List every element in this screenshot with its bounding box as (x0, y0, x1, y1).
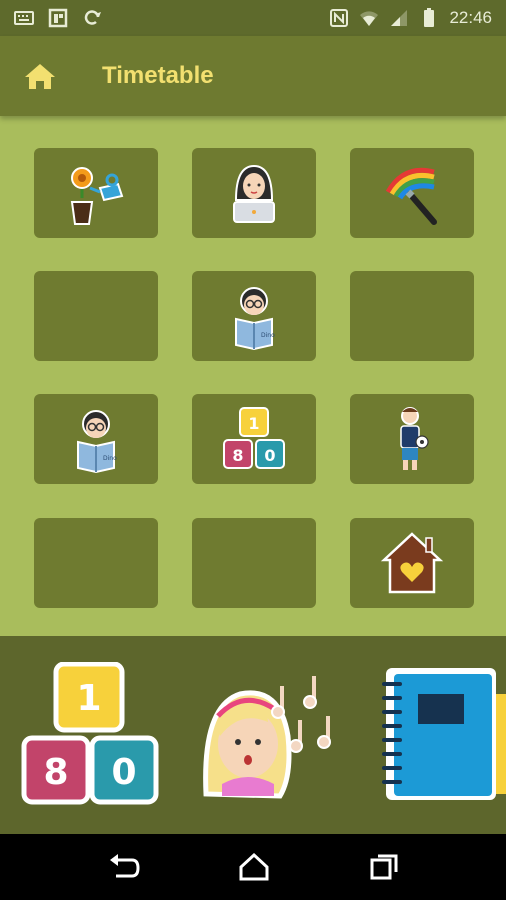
timetable-slot-1[interactable] (34, 148, 158, 238)
status-time: 22:46 (449, 8, 492, 27)
timetable-slot-3[interactable] (350, 148, 474, 238)
timetable-slot-8[interactable]: 1 8 0 (192, 394, 316, 484)
page-title: Timetable (102, 62, 214, 89)
timetable-slot-10[interactable] (34, 518, 158, 608)
house-heart-icon (380, 532, 444, 594)
timetable-slot-6[interactable] (350, 271, 474, 361)
boy-reading-icon: Dino (235, 287, 275, 351)
book-title: Dino (261, 332, 275, 339)
notebook-icon[interactable] (378, 664, 506, 804)
timetable-grid: Dino Dino 1 8 0 (34, 148, 474, 608)
sync-icon (84, 10, 101, 25)
watering-flower-icon (70, 167, 124, 225)
timetable-slot-5[interactable]: Dino (192, 271, 316, 361)
home-icon[interactable] (24, 62, 56, 90)
recents-icon[interactable] (368, 852, 400, 882)
app-bar: Timetable (0, 36, 506, 116)
timetable-slot-7[interactable]: Dino (34, 394, 158, 484)
rainbow-brush-icon (385, 167, 437, 225)
tray-block-digit-left: 8 (43, 752, 68, 793)
timetable-slot-4[interactable] (34, 271, 158, 361)
wifi-icon (360, 11, 379, 26)
timetable-slot-11[interactable] (192, 518, 316, 608)
book-title: Dino (103, 455, 117, 462)
nfc-icon (330, 9, 349, 27)
activity-tray: 1 8 0 (0, 636, 506, 834)
boy-football-icon (400, 407, 429, 470)
block-digit-left: 8 (232, 446, 243, 465)
system-nav-bar (0, 834, 506, 900)
boy-reading-icon: Dino (77, 410, 117, 474)
number-blocks-icon: 1 8 0 (223, 407, 285, 469)
tray-block-digit-top: 1 (76, 678, 101, 719)
timetable-slot-2[interactable] (192, 148, 316, 238)
tray-block-digit-right: 0 (111, 752, 136, 793)
back-icon[interactable] (108, 852, 140, 882)
block-digit-top: 1 (248, 414, 259, 433)
tray-number-blocks-icon[interactable]: 1 8 0 (20, 662, 160, 808)
timetable-slot-12[interactable] (350, 518, 474, 608)
keyboard-icon (14, 11, 34, 25)
sim-card-icon (48, 8, 68, 28)
girl-laptop-icon (233, 164, 275, 223)
signal-icon (391, 10, 408, 26)
block-digit-right: 0 (264, 446, 275, 465)
girl-singing-icon[interactable] (196, 666, 344, 806)
timetable-slot-9[interactable] (350, 394, 474, 484)
battery-icon (424, 8, 435, 27)
home-nav-icon[interactable] (238, 852, 270, 882)
status-bar: 22:46 (0, 0, 506, 36)
